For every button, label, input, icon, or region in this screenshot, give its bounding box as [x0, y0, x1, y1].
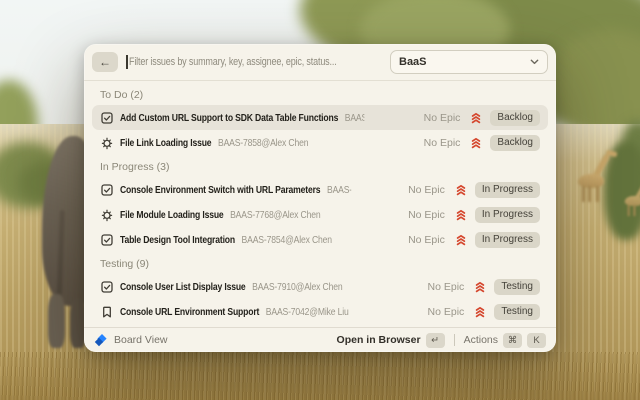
task-icon: [100, 233, 114, 247]
jira-icon: [94, 334, 107, 347]
command-key-icon: ⌘: [503, 333, 522, 348]
priority-highest-icon: [470, 112, 482, 124]
chevron-down-icon: [530, 59, 539, 65]
section-rows: Console User List Display Issue BAAS-791…: [92, 274, 548, 324]
elephant-leg: [48, 294, 65, 348]
status-badge: In Progress: [475, 207, 540, 223]
issue-text: Table Design Tool Integration BAAS-7854@…: [120, 234, 351, 246]
giraffe-leg: [588, 186, 591, 202]
status-badge: In Progress: [475, 182, 540, 198]
issue-key-assignee: BAAS-7910@Alex Chen: [252, 281, 342, 293]
issue-key-assignee: BAAS-7042@Mike Liu: [266, 306, 349, 318]
source-label: Board View: [114, 334, 168, 346]
task-icon: [100, 183, 114, 197]
bug-icon: [100, 208, 114, 222]
back-arrow-icon: ←: [99, 55, 111, 69]
bookmark-icon: [100, 305, 114, 319]
issue-filter-window: ← Filter issues by summary, key, assigne…: [84, 44, 556, 352]
epic-label: No Epic: [428, 306, 465, 318]
giraffe-leg: [633, 205, 635, 217]
status-badge: In Progress: [475, 232, 540, 248]
actions-label: Actions: [464, 334, 498, 346]
issue-key-assignee: BAAS-7854@Alex Chen: [242, 234, 332, 246]
issue-row[interactable]: Console URL Environment Support BAAS-704…: [92, 299, 548, 324]
issue-section: To Do (2) Add Custom URL Support to SDK …: [92, 83, 548, 155]
issue-text: File Module Loading Issue BAAS-7768@Alex…: [120, 209, 351, 221]
issue-text: Console Environment Switch with URL Para…: [120, 184, 351, 196]
section-rows: Console Environment Switch with URL Para…: [92, 177, 548, 252]
priority-highest-icon: [455, 184, 467, 196]
epic-label: No Epic: [408, 209, 445, 221]
priority-highest-icon: [474, 281, 486, 293]
issue-text: File Link Loading Issue BAAS-7858@Alex C…: [120, 137, 364, 149]
return-key-icon: ↵: [426, 333, 445, 348]
issue-title: Table Design Tool Integration: [120, 234, 235, 246]
bug-icon: [100, 136, 114, 150]
issue-title: Console User List Display Issue: [120, 281, 246, 293]
section-label: To Do (2): [92, 83, 548, 105]
back-button[interactable]: ←: [92, 52, 118, 72]
issue-row[interactable]: Add Custom URL Support to SDK Data Table…: [92, 105, 548, 130]
issue-title: Add Custom URL Support to SDK Data Table…: [120, 112, 338, 124]
status-badge: Backlog: [490, 110, 540, 126]
issue-title: Console Environment Switch with URL Para…: [120, 184, 320, 196]
epic-label: No Epic: [424, 112, 461, 124]
issue-section: Testing (9) Console User List Display Is…: [92, 252, 548, 324]
project-dropdown-value: BaaS: [399, 56, 530, 68]
open-in-browser-action[interactable]: Open in Browser ↵: [337, 333, 445, 348]
epic-label: No Epic: [424, 137, 461, 149]
giraffe-leg: [582, 186, 585, 202]
issue-row[interactable]: Console User List Display Issue BAAS-791…: [92, 274, 548, 299]
section-label: Testing (9): [92, 252, 548, 274]
issue-row[interactable]: Console Environment Switch with URL Para…: [92, 177, 548, 202]
giraffe-distant: [619, 179, 640, 224]
epic-label: No Epic: [408, 234, 445, 246]
search-placeholder: Filter issues by summary, key, assignee,…: [129, 56, 337, 68]
issue-title: File Module Loading Issue: [120, 209, 224, 221]
section-label: In Progress (3): [92, 155, 548, 177]
issue-key-assignee: BAAS-7888@Alex Chen: [345, 112, 364, 124]
foreground-grass: [0, 352, 640, 400]
task-icon: [100, 111, 114, 125]
issue-title: Console URL Environment Support: [120, 306, 259, 318]
issue-key-assignee: BAAS-7609@Alex Chen: [327, 184, 351, 196]
issue-list: To Do (2) Add Custom URL Support to SDK …: [84, 81, 556, 327]
text-caret: [126, 55, 128, 69]
issue-key-assignee: BAAS-7768@Alex Chen: [230, 209, 320, 221]
actions-menu-button[interactable]: Actions ⌘ K: [464, 333, 546, 348]
issue-section: In Progress (3) Console Environment Swit…: [92, 155, 548, 252]
task-icon: [100, 280, 114, 294]
status-badge: Testing: [494, 279, 540, 295]
issue-title: File Link Loading Issue: [120, 137, 211, 149]
issue-key-assignee: BAAS-7858@Alex Chen: [218, 137, 308, 149]
status-badge: Backlog: [490, 135, 540, 151]
search-header: ← Filter issues by summary, key, assigne…: [84, 44, 556, 81]
priority-highest-icon: [474, 306, 486, 318]
priority-highest-icon: [455, 234, 467, 246]
issue-row[interactable]: Table Design Tool Integration BAAS-7854@…: [92, 227, 548, 252]
footer-bar: Board View Open in Browser ↵ Actions ⌘ K: [84, 327, 556, 352]
epic-label: No Epic: [408, 184, 445, 196]
issue-row[interactable]: File Link Loading Issue BAAS-7858@Alex C…: [92, 130, 548, 155]
priority-highest-icon: [470, 137, 482, 149]
giraffe-leg: [628, 205, 630, 217]
issue-text: Console User List Display Issue BAAS-791…: [120, 281, 367, 293]
search-input[interactable]: Filter issues by summary, key, assignee,…: [126, 44, 382, 80]
issue-text: Console URL Environment Support BAAS-704…: [120, 306, 367, 318]
k-key-icon: K: [527, 333, 546, 348]
epic-label: No Epic: [428, 281, 465, 293]
status-badge: Testing: [494, 304, 540, 320]
section-rows: Add Custom URL Support to SDK Data Table…: [92, 105, 548, 155]
open-in-browser-label: Open in Browser: [337, 334, 421, 346]
footer-divider: [454, 334, 455, 346]
issue-text: Add Custom URL Support to SDK Data Table…: [120, 112, 364, 124]
issue-row[interactable]: File Module Loading Issue BAAS-7768@Alex…: [92, 202, 548, 227]
giraffe-leg: [596, 186, 599, 202]
priority-highest-icon: [455, 209, 467, 221]
project-dropdown[interactable]: BaaS: [390, 50, 548, 74]
